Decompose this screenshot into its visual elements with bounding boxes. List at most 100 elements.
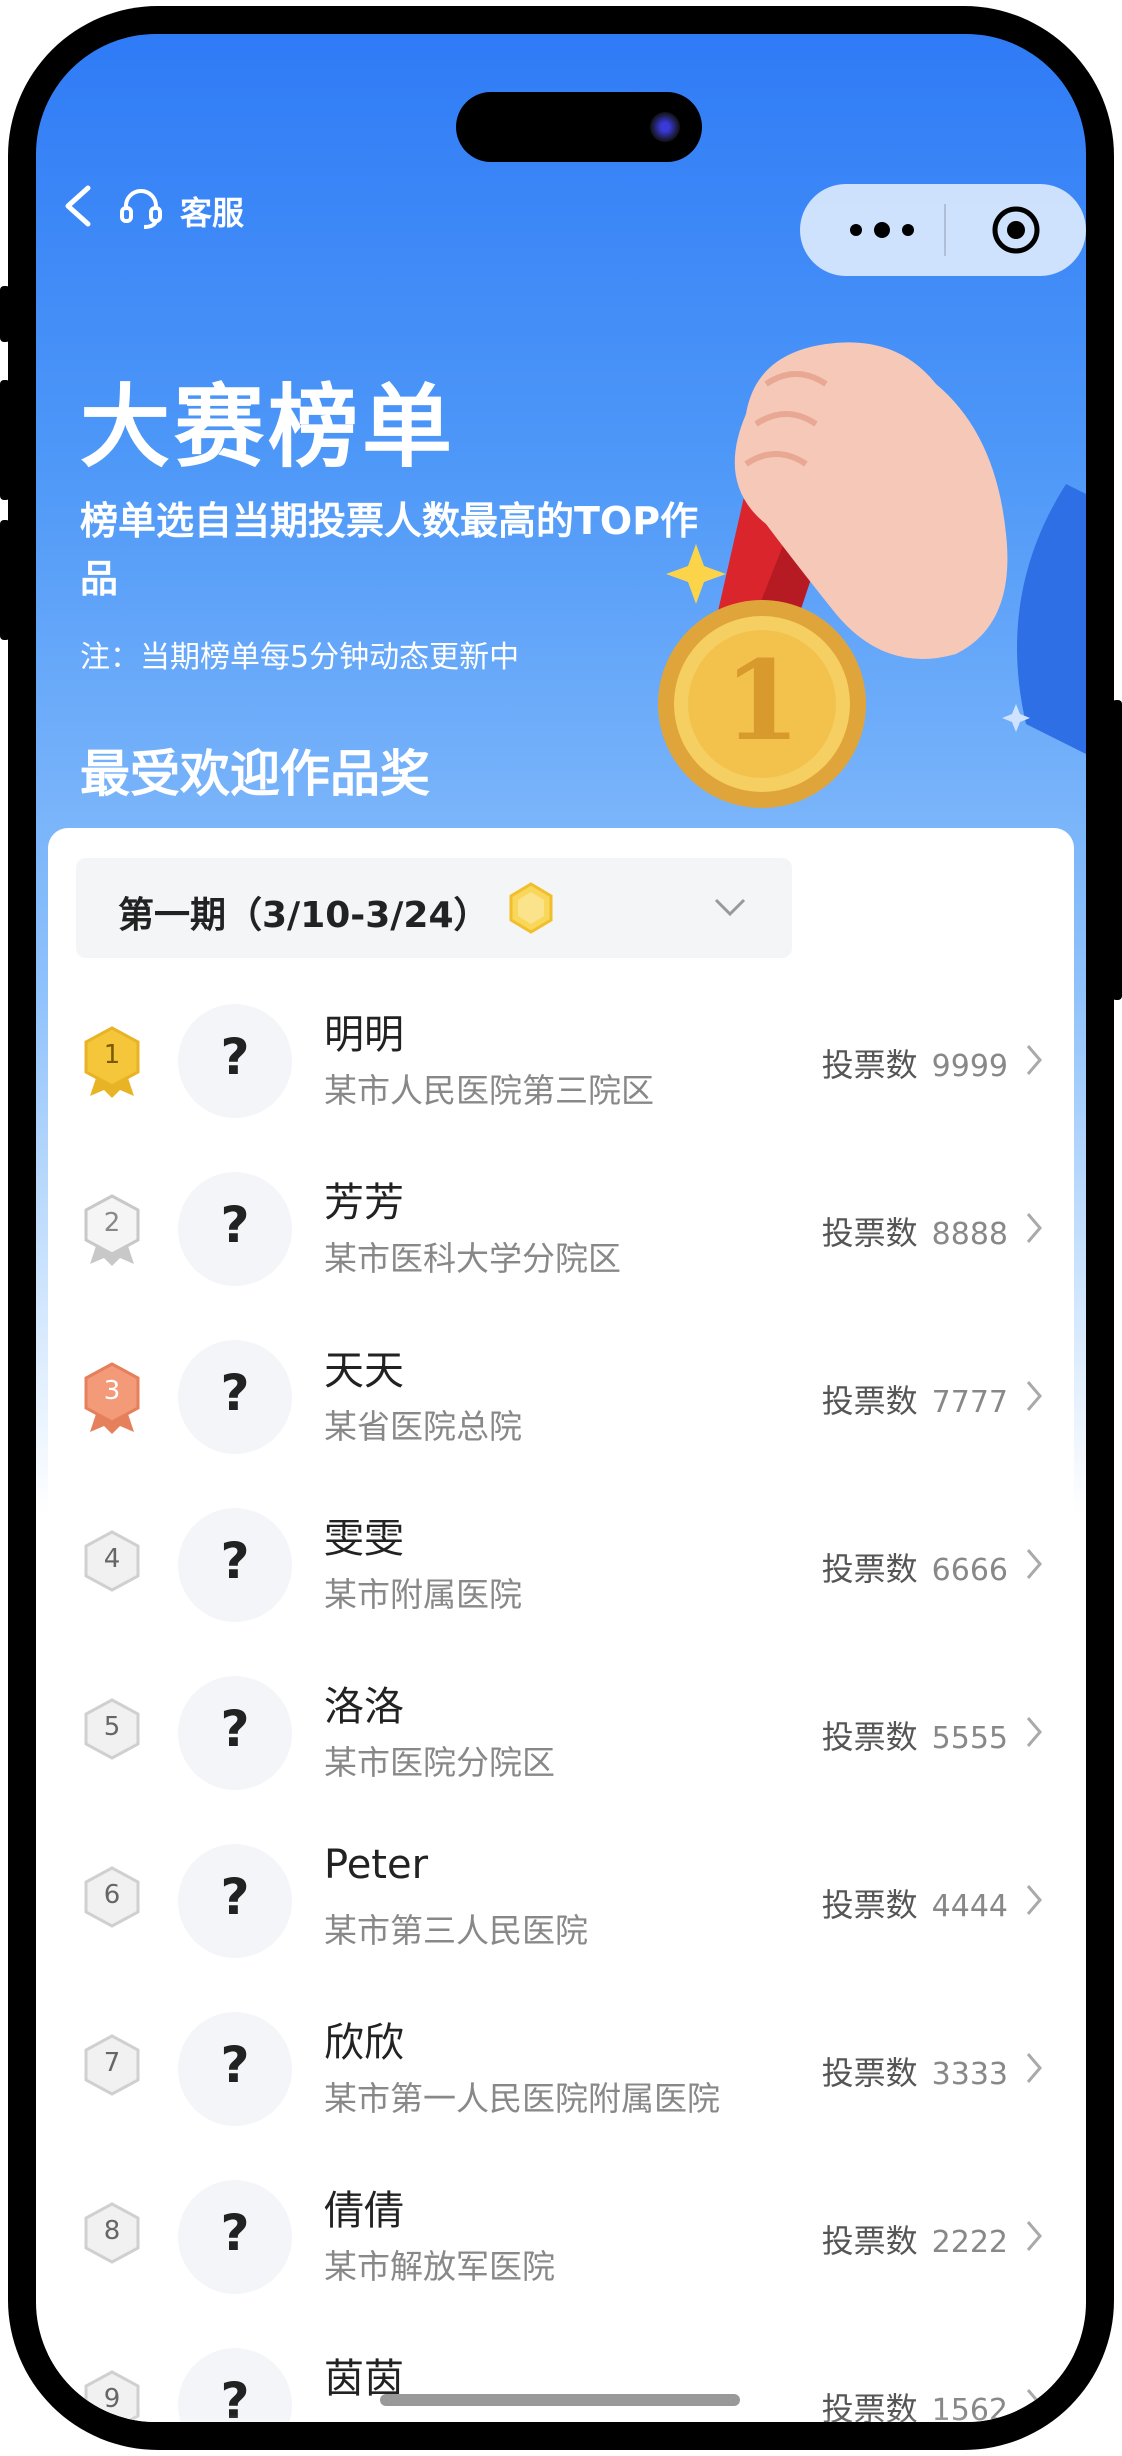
vote-count: 投票数 5555 (822, 1712, 1008, 1758)
rank-number: 7 (103, 2048, 121, 2078)
rank-number: 1 (103, 1040, 121, 1070)
vote-number: 8888 (931, 1217, 1008, 1252)
vote-number: 6666 (931, 1553, 1008, 1588)
chevron-right-icon (1026, 1213, 1042, 1243)
vote-number: 7777 (931, 1385, 1008, 1420)
avatar-placeholder: ? (220, 1700, 250, 1758)
vote-count: 投票数 2222 (822, 2216, 1008, 2262)
vote-count: 投票数 9999 (822, 1040, 1008, 1086)
dynamic-island (456, 92, 702, 162)
award-section-title: 最受欢迎作品奖 (80, 745, 430, 803)
period-selector[interactable]: 第一期（3/10-3/24） (76, 858, 792, 958)
rank-number: 8 (103, 2216, 121, 2246)
chevron-right-icon (1026, 1549, 1042, 1579)
rank-number: 5 (103, 1712, 121, 1742)
chevron-right-icon (1026, 2221, 1042, 2251)
avatar-placeholder: ? (220, 1532, 250, 1590)
chevron-right-icon (1026, 1885, 1042, 1915)
entrant-hospital: 某市医院分院区 (324, 1743, 555, 1782)
mini-program-capsule (800, 184, 1086, 276)
vote-number: 4444 (931, 1889, 1008, 1924)
avatar-placeholder: ? (220, 1028, 250, 1086)
entrant-name: 雯雯 (324, 1516, 404, 1562)
chevron-down-icon (714, 898, 746, 917)
vote-count: 投票数 7777 (822, 1376, 1008, 1422)
entrant-name: 洛洛 (324, 1684, 404, 1730)
chevron-right-icon (1026, 1381, 1042, 1411)
ranking-row[interactable]: 4? 雯雯某市附属医院 投票数 6666 (48, 1482, 1074, 1650)
entrant-name: Peter (324, 1842, 429, 1888)
ranking-row[interactable]: 7? 欣欣某市第一人民医院附属医院 投票数 3333 (48, 1986, 1074, 2154)
vote-label: 投票数 (821, 1046, 918, 1084)
avatar-placeholder: ? (220, 2204, 250, 2262)
rank-number: 2 (103, 1208, 121, 1238)
vote-label: 投票数 (821, 1718, 918, 1756)
vote-count: 投票数 6666 (822, 1544, 1008, 1590)
chevron-right-icon (1026, 2053, 1042, 2083)
entrant-name: 倩倩 (324, 2188, 404, 2234)
avatar-placeholder: ? (220, 2036, 250, 2094)
rank-number: 9 (103, 2384, 121, 2414)
vote-label: 投票数 (821, 1382, 918, 1420)
avatar-placeholder: ? (220, 1196, 250, 1254)
medal-hand-illustration: 1 (658, 342, 1086, 808)
headset-icon[interactable] (118, 184, 164, 230)
entrant-name: 欣欣 (324, 2020, 404, 2066)
ranking-row[interactable]: 6? Peter 某市第三人民医院 投票数 4444 (48, 1818, 1074, 1986)
vote-count: 投票数 8888 (822, 1208, 1008, 1254)
app-screen: 客服 大赛榜单 榜单选自当期投票人数最高的TOP作品 注：当期榜单每5分钟动态更… (36, 34, 1086, 2422)
entrant-name: 明明 (324, 1012, 404, 1058)
volume-up-button (0, 380, 10, 500)
more-icon[interactable] (840, 212, 950, 248)
ranking-row[interactable]: 2? 芳芳某市医科大学分院区 投票数 8888 (48, 1146, 1074, 1314)
ranking-row[interactable]: 9? 茵茵 投票数 1562 (48, 2322, 1074, 2422)
avatar-placeholder: ? (220, 1868, 250, 1926)
volume-down-button (0, 520, 10, 640)
ranking-row[interactable]: 3? 天天某省医院总院 投票数 7777 (48, 1314, 1074, 1482)
entrant-hospital: 某市人民医院第三院区 (324, 1071, 654, 1110)
avatar-placeholder: ? (220, 1364, 250, 1422)
vote-count: 投票数 3333 (822, 2048, 1008, 2094)
back-arrow-icon[interactable] (58, 184, 98, 228)
entrant-hospital: 某市第一人民医院附属医院 (324, 2079, 720, 2118)
entrant-hospital: 某省医院总院 (324, 1407, 522, 1446)
ranking-row[interactable]: 5? 洛洛某市医院分院区 投票数 5555 (48, 1650, 1074, 1818)
svg-text:1: 1 (724, 636, 801, 765)
entrant-name: 芳芳 (324, 1180, 404, 1226)
ranking-card: 第一期（3/10-3/24） 1? 明明 某市人民医院第三院区 投票数 9999 2? 芳芳… (48, 828, 1074, 2422)
rank-number: 3 (103, 1376, 121, 1406)
customer-service-label[interactable]: 客服 (180, 188, 244, 234)
vote-label: 投票数 (821, 1886, 918, 1924)
entrant-hospital: 某市第三人民医院 (324, 1911, 588, 1950)
chevron-right-icon (1026, 1717, 1042, 1747)
power-button (1112, 700, 1122, 1000)
entrant-hospital: 某市附属医院 (324, 1575, 522, 1614)
vote-label: 投票数 (821, 2222, 918, 2260)
entrant-hospital: 某市医科大学分院区 (324, 1239, 621, 1278)
vote-number: 3333 (931, 2057, 1008, 2092)
period-label: 第一期（3/10-3/24） (118, 895, 490, 936)
chevron-right-icon (1026, 1045, 1042, 1075)
bottom-fade (72, 2414, 1086, 2422)
mini-program-nav-bar: 客服 (36, 164, 1086, 276)
vote-number: 2222 (931, 2225, 1008, 2260)
capsule-divider (944, 204, 946, 256)
hero-note: 注：当期榜单每5分钟动态更新中 (80, 640, 520, 675)
vote-label: 投票数 (821, 1550, 918, 1588)
close-mini-program-icon[interactable] (990, 204, 1042, 256)
entrant-hospital: 某市解放军医院 (324, 2247, 555, 2286)
rank-number: 4 (103, 1544, 121, 1574)
device-frame: 客服 大赛榜单 榜单选自当期投票人数最高的TOP作品 注：当期榜单每5分钟动态更… (0, 0, 1122, 2456)
entrant-name: 天天 (324, 1348, 404, 1394)
vote-number: 9999 (931, 1049, 1008, 1084)
mute-switch (0, 286, 10, 342)
ranking-row[interactable]: 1? 明明某市人民医院第三院区 投票数 9999 (48, 978, 1074, 1146)
hero-title: 大赛榜单 (80, 375, 456, 480)
vote-label: 投票数 (821, 2054, 918, 2092)
camera-icon (650, 112, 680, 142)
gold-medal-icon (509, 882, 553, 934)
vote-count: 投票数 4444 (822, 1880, 1008, 1926)
home-indicator[interactable] (380, 2394, 740, 2406)
ranking-row[interactable]: 8? 倩倩某市解放军医院 投票数 2222 (48, 2154, 1074, 2322)
rank-number: 6 (103, 1880, 121, 1910)
